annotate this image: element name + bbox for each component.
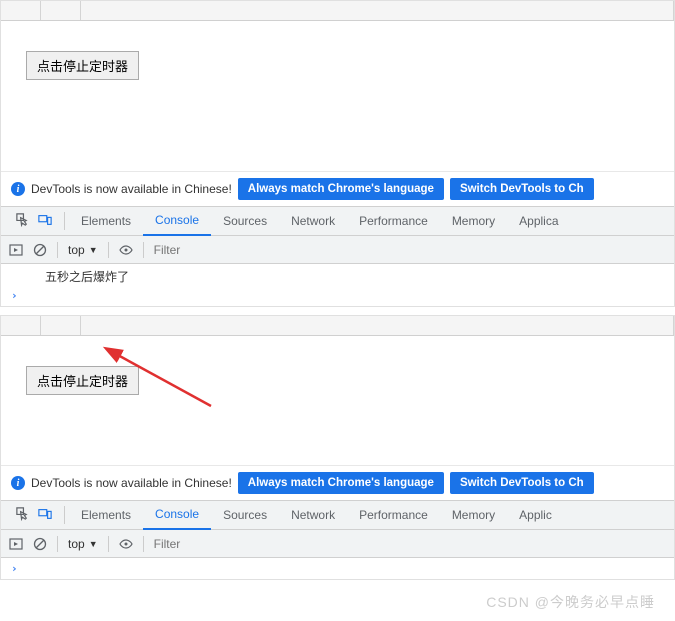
clear-console-icon[interactable] <box>33 243 47 257</box>
tab-sources[interactable]: Sources <box>211 500 279 530</box>
tab-elements[interactable]: Elements <box>69 500 143 530</box>
watermark: CSDN @今晚务必早点睡 <box>0 588 675 616</box>
page-content: 点击停止定时器 <box>1 21 674 171</box>
tab-application[interactable]: Applic <box>507 500 564 530</box>
inspect-icon[interactable] <box>15 506 30 524</box>
clear-console-icon[interactable] <box>33 537 47 551</box>
console-output: 五秒之后爆炸了 <box>1 264 674 306</box>
tab-performance[interactable]: Performance <box>347 206 440 236</box>
page-content: 点击停止定时器 <box>1 336 674 465</box>
tab-performance[interactable]: Performance <box>347 500 440 530</box>
tab-memory[interactable]: Memory <box>440 206 507 236</box>
eye-icon[interactable] <box>119 243 133 257</box>
tab-sources[interactable]: Sources <box>211 206 279 236</box>
switch-devtools-button[interactable]: Switch DevTools to Ch <box>450 178 594 200</box>
match-language-button[interactable]: Always match Chrome's language <box>238 178 444 200</box>
panel-1: 点击停止定时器 i DevTools is now available in C… <box>0 0 675 307</box>
stop-timer-button[interactable]: 点击停止定时器 <box>26 51 139 80</box>
device-toggle-icon[interactable] <box>38 507 52 524</box>
tab-memory[interactable]: Memory <box>440 500 507 530</box>
info-icon: i <box>11 476 25 490</box>
tab-console[interactable]: Console <box>143 206 211 236</box>
console-toolbar: top▼ <box>1 530 674 558</box>
eye-icon[interactable] <box>119 537 133 551</box>
tab-network[interactable]: Network <box>279 500 347 530</box>
devtools-tab-bar: Elements Console Sources Network Perform… <box>1 500 674 530</box>
sidebar-toggle-icon[interactable] <box>9 537 23 551</box>
inspect-icon[interactable] <box>15 212 30 230</box>
log-message: 五秒之后爆炸了 <box>1 266 674 287</box>
tab-console[interactable]: Console <box>143 500 211 530</box>
device-toggle-icon[interactable] <box>38 213 52 230</box>
info-text: DevTools is now available in Chinese! <box>31 182 232 196</box>
filter-input[interactable] <box>154 243 666 257</box>
filter-input[interactable] <box>154 537 666 551</box>
info-text: DevTools is now available in Chinese! <box>31 476 232 490</box>
tab-network[interactable]: Network <box>279 206 347 236</box>
tab-elements[interactable]: Elements <box>69 206 143 236</box>
panel-2: 点击停止定时器 i DevTools is now available in C… <box>0 315 675 580</box>
bookmark-grid-header <box>1 316 674 336</box>
context-selector[interactable]: top▼ <box>68 243 98 257</box>
devtools-tab-bar: Elements Console Sources Network Perform… <box>1 206 674 236</box>
info-icon: i <box>11 182 25 196</box>
console-prompt[interactable] <box>1 560 674 577</box>
bookmark-grid-header <box>1 1 674 21</box>
console-prompt[interactable] <box>1 287 674 304</box>
devtools-info-bar: i DevTools is now available in Chinese! … <box>1 465 674 500</box>
console-toolbar: top▼ <box>1 236 674 264</box>
switch-devtools-button[interactable]: Switch DevTools to Ch <box>450 472 594 494</box>
devtools-info-bar: i DevTools is now available in Chinese! … <box>1 171 674 206</box>
sidebar-toggle-icon[interactable] <box>9 243 23 257</box>
tab-application[interactable]: Applica <box>507 206 570 236</box>
context-selector[interactable]: top▼ <box>68 537 98 551</box>
console-output <box>1 558 674 579</box>
match-language-button[interactable]: Always match Chrome's language <box>238 472 444 494</box>
stop-timer-button[interactable]: 点击停止定时器 <box>26 366 139 395</box>
